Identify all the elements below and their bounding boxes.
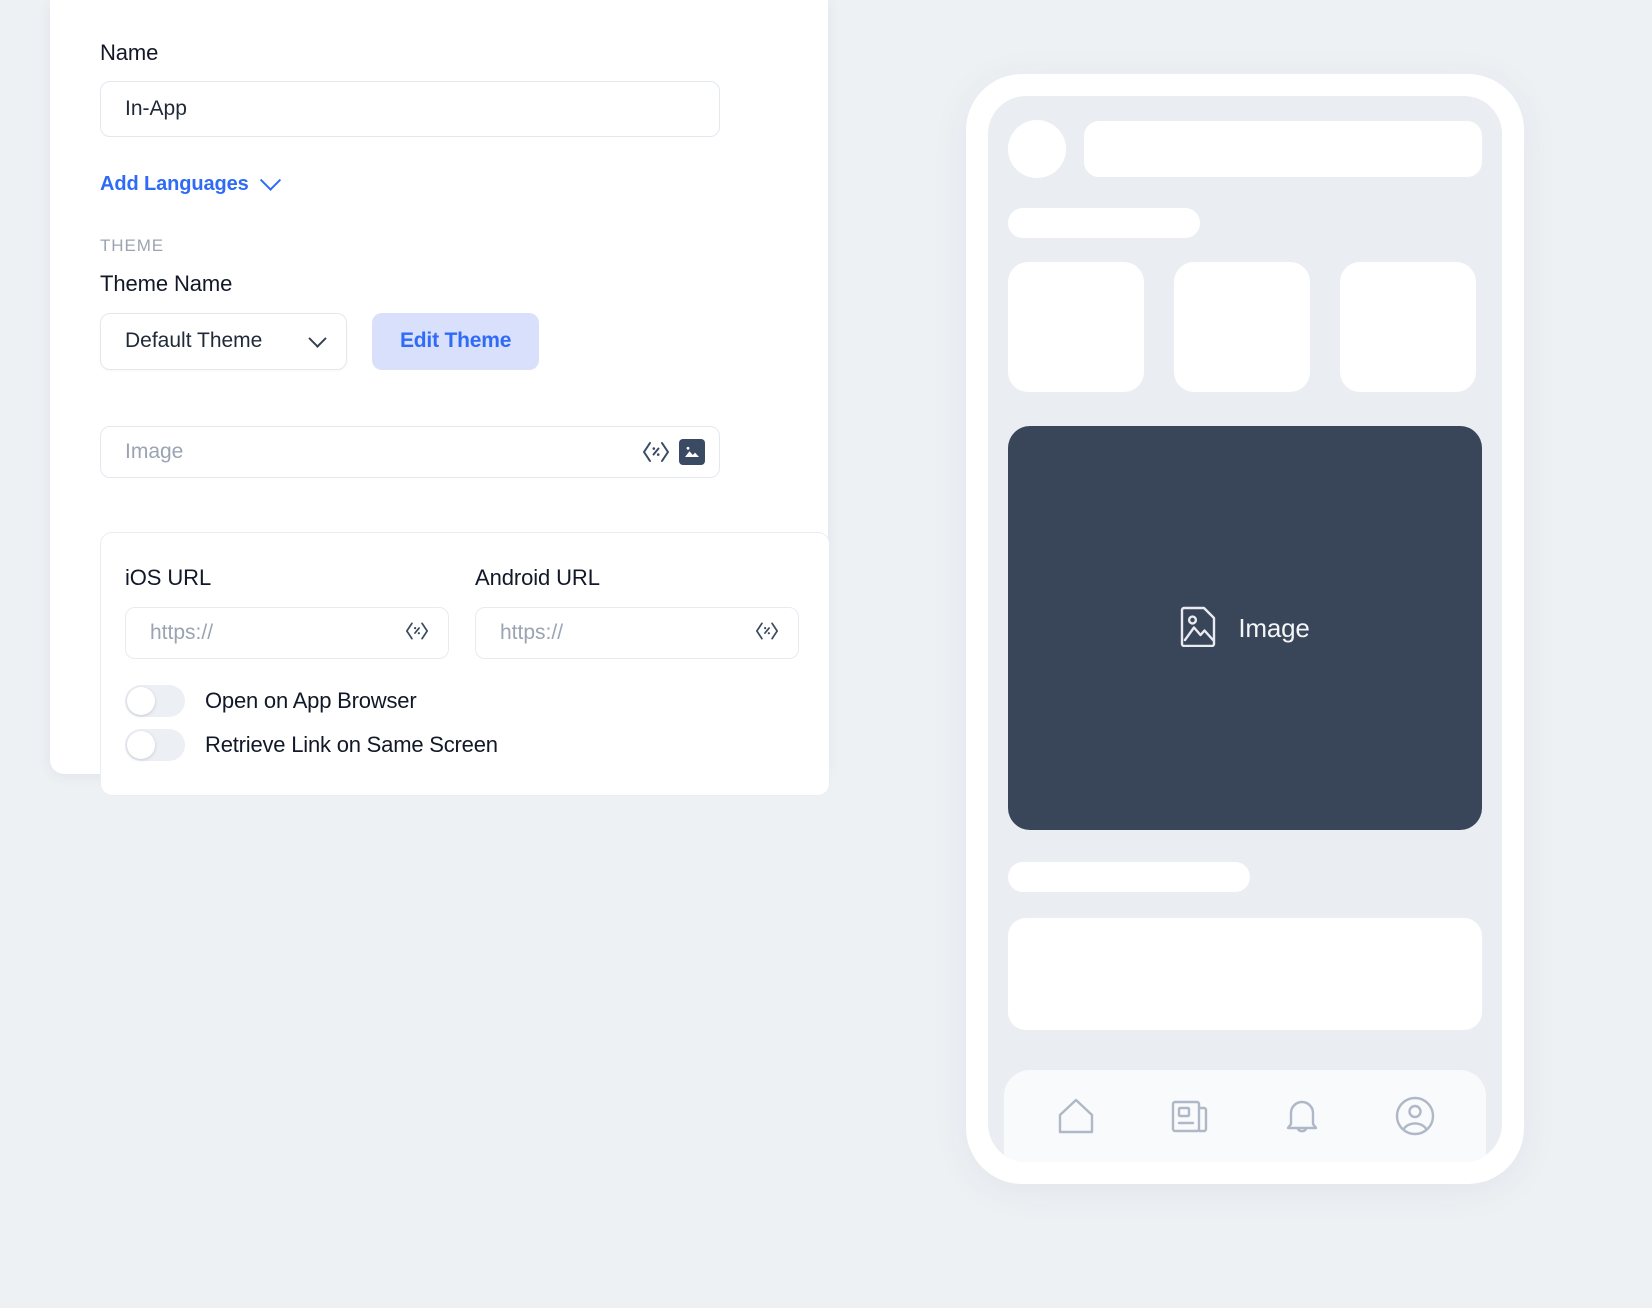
android-url-placeholder: https:// — [500, 621, 564, 645]
add-languages-label: Add Languages — [100, 173, 249, 196]
retrieve-link-same-screen-label: Retrieve Link on Same Screen — [205, 732, 498, 758]
preview-chip-placeholder — [1174, 262, 1310, 392]
image-icon[interactable] — [679, 438, 705, 465]
preview-chip-row — [1008, 262, 1482, 392]
preview-searchbar-placeholder — [1084, 121, 1482, 177]
image-field-actions — [641, 438, 705, 465]
theme-controls-row: Default Theme Edit Theme — [100, 312, 778, 370]
name-label: Name — [100, 40, 159, 65]
android-url-label: Android URL — [475, 564, 600, 590]
open-on-app-browser-row: Open on App Browser — [125, 685, 799, 718]
edit-theme-button[interactable]: Edit Theme — [372, 312, 540, 370]
retrieve-link-same-screen-row: Retrieve Link on Same Screen — [125, 729, 799, 762]
preview-image-label: Image — [1238, 612, 1310, 643]
open-on-app-browser-toggle[interactable] — [125, 685, 185, 718]
retrieve-link-same-screen-toggle[interactable] — [125, 729, 185, 762]
image-placeholder-icon — [1180, 605, 1218, 652]
android-url-input[interactable]: https:// — [475, 607, 799, 660]
toggle-knob — [127, 731, 155, 760]
theme-select-value: Default Theme — [125, 329, 263, 353]
add-languages-button[interactable]: Add Languages — [100, 170, 281, 196]
ios-url-input[interactable]: https:// — [125, 607, 449, 660]
ios-url-column: iOS URL https:// — [125, 564, 449, 660]
android-url-column: Android URL https:// — [475, 564, 799, 660]
code-brackets-icon[interactable] — [641, 439, 671, 465]
code-brackets-icon[interactable] — [404, 620, 434, 646]
theme-select[interactable]: Default Theme — [100, 312, 347, 370]
preview-block-placeholder — [1008, 918, 1482, 1030]
home-icon[interactable] — [1054, 1095, 1098, 1137]
url-settings-card: iOS URL https:// Android URL https:// Op… — [100, 531, 830, 797]
theme-section-heading: THEME — [100, 236, 164, 256]
chevron-down-icon — [259, 170, 281, 192]
preview-bottom-nav — [1004, 1070, 1486, 1162]
ios-url-label: iOS URL — [125, 564, 212, 590]
news-icon[interactable] — [1169, 1096, 1211, 1136]
inapp-settings-panel: Name In-App Add Languages THEME Theme Na… — [50, 0, 830, 797]
toggle-knob — [127, 687, 155, 716]
preview-image-card: Image — [1008, 426, 1482, 830]
phone-screen: Image — [988, 96, 1502, 1162]
app-canvas: Name In-App Add Languages THEME Theme Na… — [0, 0, 1652, 1308]
preview-avatar-placeholder — [1008, 120, 1066, 178]
preview-title-placeholder — [1008, 208, 1200, 238]
open-on-app-browser-label: Open on App Browser — [205, 688, 417, 714]
name-input[interactable]: In-App — [100, 81, 720, 138]
code-brackets-icon[interactable] — [754, 620, 784, 646]
image-field[interactable]: Image — [100, 425, 720, 478]
theme-name-label: Theme Name — [100, 271, 233, 297]
bell-icon[interactable] — [1282, 1094, 1322, 1138]
ios-url-placeholder: https:// — [150, 621, 214, 645]
chevron-down-icon — [308, 329, 327, 348]
account-circle-icon[interactable] — [1393, 1094, 1437, 1138]
preview-chip-placeholder — [1340, 262, 1476, 392]
preview-chip-placeholder — [1008, 262, 1144, 392]
phone-preview: Image — [966, 74, 1524, 1184]
preview-subtitle-placeholder — [1008, 862, 1250, 892]
preview-header — [1008, 120, 1482, 178]
image-field-placeholder: Image — [125, 439, 184, 463]
url-columns: iOS URL https:// Android URL https:// — [125, 564, 799, 660]
